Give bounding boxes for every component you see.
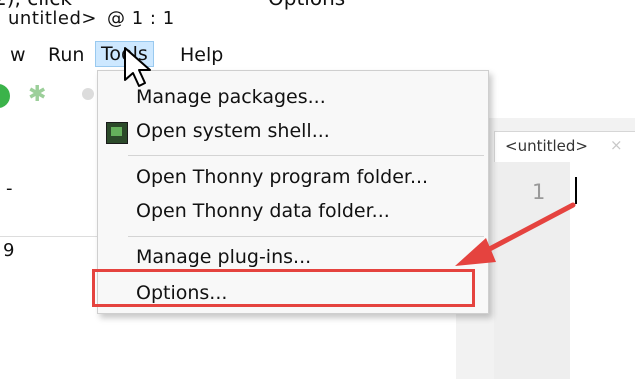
annotation-arrow-icon (455, 202, 576, 266)
mouse-pointer-icon (124, 47, 151, 87)
